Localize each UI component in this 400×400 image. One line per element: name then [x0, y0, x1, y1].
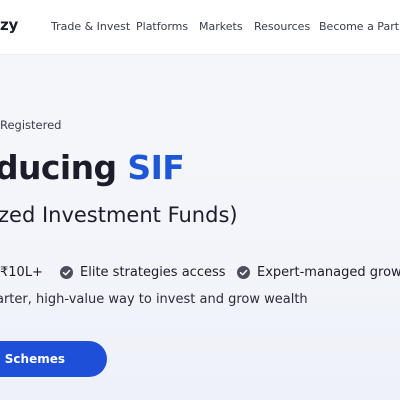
check-circle-icon: [237, 266, 250, 279]
hero-headline: ducing SIF: [0, 148, 185, 187]
feature-elite-strategies: Elite strategies access: [60, 265, 226, 280]
page: zy Trade & Invest Platforms Markets Reso…: [0, 0, 400, 400]
nav-markets[interactable]: Markets: [199, 20, 243, 33]
headline-accent: SIF: [127, 148, 185, 187]
hero-tagline: arter, high-value way to invest and grow…: [0, 292, 308, 307]
nav-platforms[interactable]: Platforms: [136, 20, 188, 33]
hero-subheading: zed Investment Funds): [0, 203, 238, 227]
check-circle-icon: [60, 266, 73, 279]
brand-logo[interactable]: zy: [0, 16, 18, 34]
top-navigation-bar: zy Trade & Invest Platforms Markets Reso…: [0, 0, 400, 55]
feature-label: Expert-managed growt: [257, 265, 400, 280]
feature-min-investment: ₹10L+: [0, 265, 43, 280]
feature-label: ₹10L+: [0, 265, 43, 280]
nav-become-partner[interactable]: Become a Partne: [319, 20, 400, 33]
nav-trade-invest[interactable]: Trade & Invest: [51, 20, 130, 33]
sif-schemes-button[interactable]: SIF Schemes: [0, 341, 107, 377]
headline-prefix: ducing: [0, 148, 128, 187]
feature-expert-managed: Expert-managed growt: [237, 265, 400, 280]
registered-badge-text: Registered: [0, 118, 62, 132]
nav-resources[interactable]: Resources: [254, 20, 310, 33]
feature-label: Elite strategies access: [80, 265, 226, 280]
